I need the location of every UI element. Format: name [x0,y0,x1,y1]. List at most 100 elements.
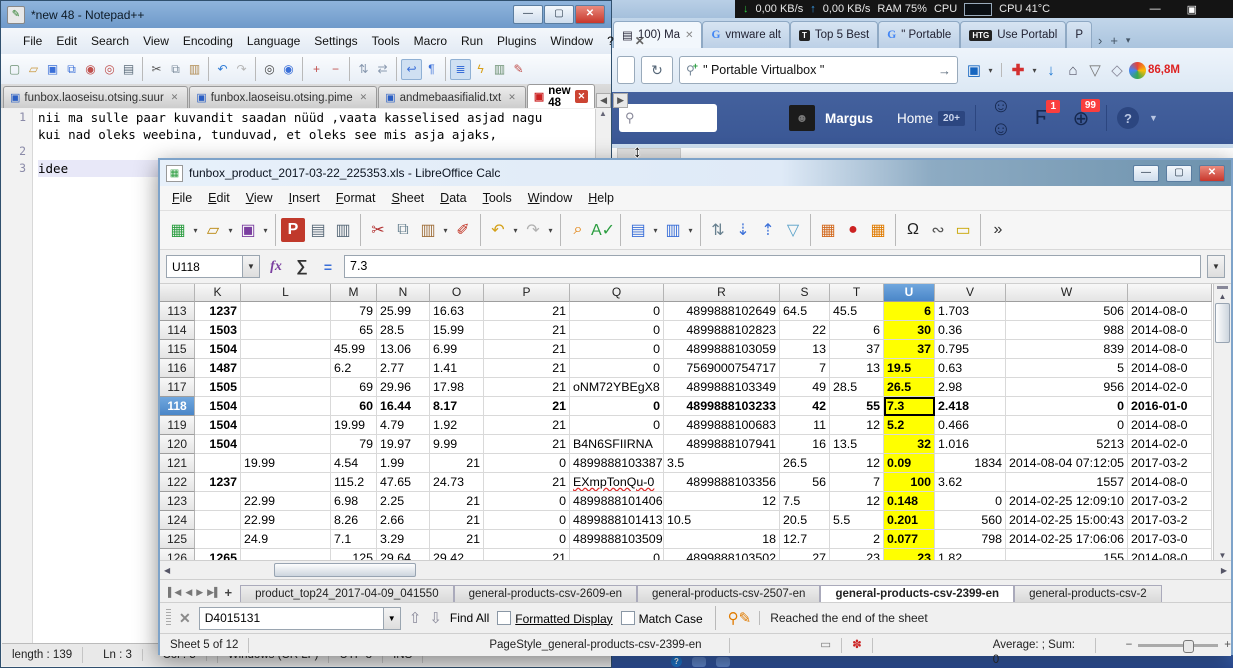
sheet-tab[interactable]: product_top24_2017-04-09_041550 [240,585,454,602]
grid-cell[interactable]: 100 [884,473,935,492]
maximize-button[interactable]: ▢ [1166,165,1192,182]
grid-cell[interactable]: 21 [484,549,570,560]
row-header-125[interactable]: 125 [160,530,195,549]
grid-cell[interactable]: 9.99 [430,435,484,454]
grid-cell[interactable]: 4899888103059 [664,340,780,359]
zoom-out-icon[interactable]: − [326,60,345,79]
grid-cell[interactable]: 21 [484,378,570,397]
column-header-V[interactable]: V [935,284,1006,302]
grid-cell[interactable]: 115.2 [331,473,377,492]
zoom-slider[interactable]: − + [1126,639,1231,651]
calc-menu-format[interactable]: Format [328,188,384,208]
paste-icon[interactable]: ▥ [185,60,204,79]
tab-list-icon[interactable]: ▾ [1126,35,1131,46]
function-wizard-icon[interactable]: fx [266,257,286,277]
grid-cell[interactable]: 27 [780,549,830,560]
npp-tab[interactable]: ▣andmebaasifialid.txt✕ [378,86,526,108]
browser-tab[interactable]: HTGUse Portabl [960,21,1066,48]
grid-cell[interactable]: 47.65 [377,473,430,492]
undo-icon[interactable]: ↶ [213,60,232,79]
npp-menu-edit[interactable]: Edit [49,31,84,51]
grid-cell[interactable]: 12 [830,416,884,435]
facebook-profile-link[interactable]: Margus [825,111,873,126]
minimize-button[interactable]: — [513,5,543,24]
npp-menu-search[interactable]: Search [84,31,136,51]
grid-cell[interactable]: 13 [780,340,830,359]
dropdown-arrow-icon[interactable]: ▾ [191,226,200,235]
calc-menu-window[interactable]: Window [520,188,580,208]
find-history-dropdown-icon[interactable]: ▼ [383,608,400,629]
column-icon[interactable]: ▥ [661,218,685,242]
grid-cell[interactable]: 1504 [195,340,241,359]
sync-vertical-icon[interactable]: ⇅ [354,60,373,79]
undo-icon[interactable]: ↶ [486,218,510,242]
formatted-display-checkbox[interactable]: Formatted Display [497,611,612,626]
npp-tab[interactable]: ▣funbox.laoseisu.otsing.suur✕ [3,86,188,108]
calc-menu-view[interactable]: View [238,188,281,208]
grid-cell[interactable]: 37 [830,340,884,359]
scroll-right-icon[interactable]: ▶ [1217,566,1231,575]
page-style[interactable]: PageStyle_general-products-csv-2399-en [479,638,730,653]
column-header-L[interactable]: L [241,284,331,302]
grid-cell[interactable]: 21 [484,397,570,416]
calc-menu-sheet[interactable]: Sheet [383,188,432,208]
redo-icon[interactable]: ↷ [232,60,251,79]
grid-cell[interactable]: 65 [331,321,377,340]
grid-cell[interactable] [195,492,241,511]
grid-cell[interactable]: 4899888102649 [664,302,780,321]
friend-requests-icon[interactable]: ☺☺ [986,95,1016,141]
row-header-120[interactable]: 120 [160,435,195,454]
scroll-left-icon[interactable]: ◀ [160,566,174,575]
grid-cell[interactable]: oNM72YBEgX8 [570,378,664,397]
grid-cell[interactable]: 0 [484,454,570,473]
edit-marker-icon[interactable]: ✎ [509,60,528,79]
grid-cell[interactable]: 0 [570,359,664,378]
close-button[interactable]: ✕ [575,5,605,24]
grid-cell[interactable]: 21 [484,416,570,435]
zoom-in-icon[interactable]: + [1224,639,1231,651]
grid-cell[interactable] [241,302,331,321]
home-icon[interactable]: ⌂ [1063,60,1083,80]
grid-cell[interactable]: 2.98 [935,378,1006,397]
calc-menu-edit[interactable]: Edit [200,188,238,208]
grid-cell[interactable]: 2014-08-0 [1128,321,1212,340]
search-bar[interactable]: ⚲+ " Portable Virtualbox " → [679,56,958,84]
text-line[interactable]: nii ma sulle paar kuvandit saadan nüüd ,… [38,109,595,126]
grid-cell[interactable] [241,340,331,359]
grid-cell[interactable]: 1.016 [935,435,1006,454]
match-case-checkbox[interactable]: Match Case [621,611,703,626]
grid-cell[interactable]: 45.99 [331,340,377,359]
grid-cell[interactable]: 0 [570,302,664,321]
npp-menu-tools[interactable]: Tools [365,31,407,51]
sum-icon[interactable]: ∑ [292,257,312,277]
grid-cell[interactable]: 1.99 [377,454,430,473]
grid-cell[interactable]: 2017-03-2 [1128,492,1212,511]
npp-menu-?[interactable]: ? [600,31,621,51]
grid-cell[interactable]: 798 [935,530,1006,549]
grid-cell[interactable]: 45.5 [830,302,884,321]
grid-cell[interactable]: 19.5 [884,359,935,378]
grid-cell[interactable]: 6.99 [430,340,484,359]
grid-cell[interactable]: 0.09 [884,454,935,473]
grid-cell[interactable]: 13 [830,359,884,378]
horizontal-scrollbar[interactable]: ◀ ▶ [160,561,1231,580]
column-header-U[interactable]: U [884,284,935,302]
grid-cell[interactable]: 28.5 [377,321,430,340]
redo-icon[interactable]: ↷ [521,218,545,242]
npp-menu-run[interactable]: Run [454,31,490,51]
grid-cell[interactable]: 69 [331,378,377,397]
toolbar-grip[interactable] [166,609,171,627]
grid-cell[interactable]: 7569000754717 [664,359,780,378]
dropdown-arrow-icon[interactable]: ▾ [441,226,450,235]
grid-cell[interactable]: 22 [780,321,830,340]
calc-menu-file[interactable]: File [164,188,200,208]
grid-cell[interactable]: 0 [1006,397,1128,416]
grid-cell[interactable]: 0.63 [935,359,1006,378]
grid-cell[interactable]: 4899888103233 [664,397,780,416]
grid-cell[interactable]: 6 [884,302,935,321]
grid-cell[interactable] [241,435,331,454]
grid-cell[interactable]: 26.5 [884,378,935,397]
close-icon[interactable]: ◉ [81,60,100,79]
npp-tab[interactable]: ▣new 48✕ [527,84,595,108]
grid-cell[interactable] [241,359,331,378]
